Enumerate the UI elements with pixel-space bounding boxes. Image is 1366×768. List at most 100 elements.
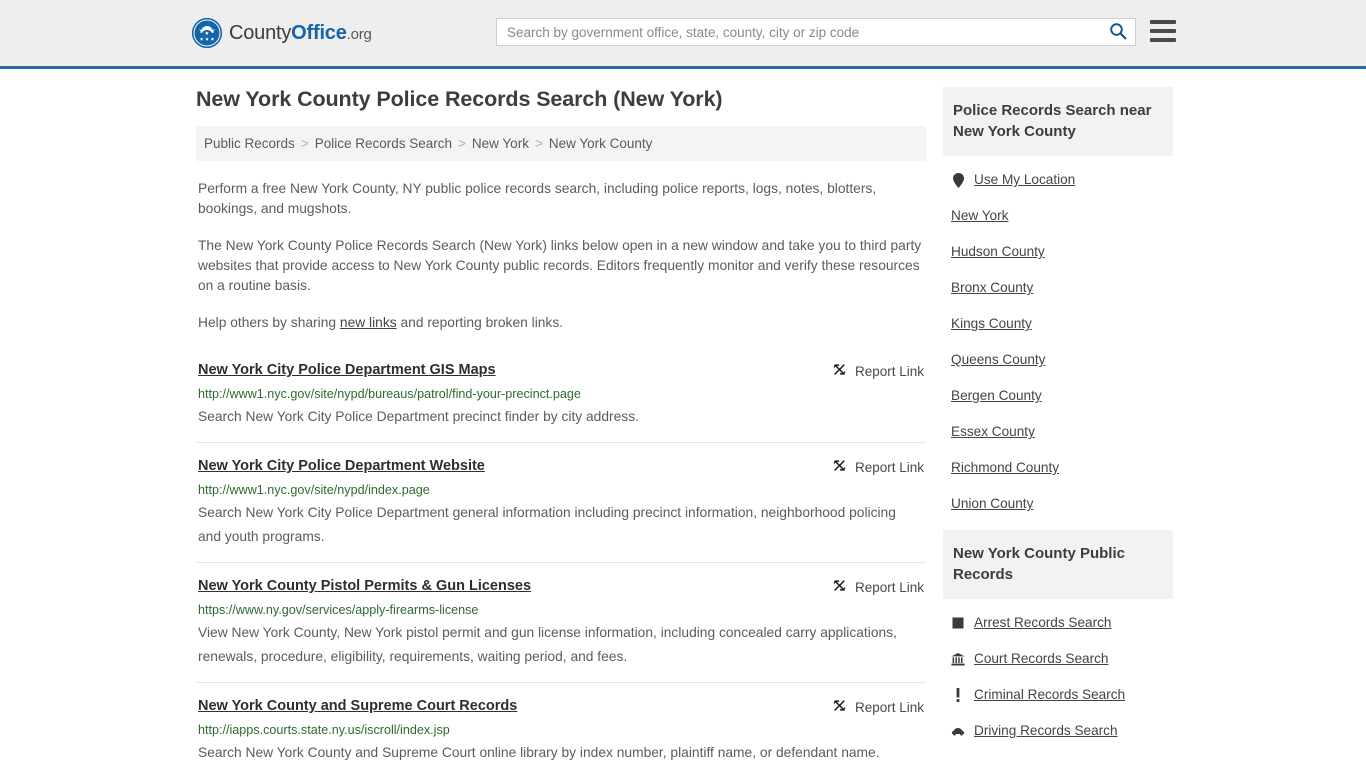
report-link-label: Report Link bbox=[854, 459, 924, 475]
hamburger-menu-icon[interactable] bbox=[1150, 20, 1176, 42]
site-header: CountyOffice.org bbox=[0, 0, 1366, 69]
result-header: New York City Police Department Website … bbox=[198, 457, 924, 476]
breadcrumb-item-police-records-search[interactable]: Police Records Search bbox=[315, 136, 452, 151]
breadcrumb-separator: > bbox=[300, 136, 309, 151]
sidebar-item-essex-county[interactable]: Essex County bbox=[943, 414, 1173, 450]
site-logo[interactable]: CountyOffice.org bbox=[192, 18, 372, 48]
result-url: https://www.ny.gov/services/apply-firear… bbox=[198, 603, 479, 617]
sidebar-link-label[interactable]: Driving Records Search bbox=[974, 722, 1118, 740]
result-header: New York County Pistol Permits & Gun Lic… bbox=[198, 577, 924, 596]
breadcrumb-item-public-records[interactable]: Public Records bbox=[204, 136, 295, 151]
result-header: New York City Police Department GIS Maps… bbox=[198, 361, 924, 380]
sidebar-link-label[interactable]: Use My Location bbox=[974, 171, 1075, 189]
sidebar-item-richmond-county[interactable]: Richmond County bbox=[943, 450, 1173, 486]
car-icon bbox=[951, 727, 965, 736]
main-content: New York County Police Records Search (N… bbox=[196, 87, 926, 768]
intro-paragraph-1: Perform a free New York County, NY publi… bbox=[198, 181, 877, 216]
result-title-link[interactable]: New York City Police Department Website bbox=[198, 457, 485, 475]
sidebar-item-criminal-records-search[interactable]: Criminal Records Search bbox=[943, 677, 1173, 713]
result-description: View New York County, New York pistol pe… bbox=[198, 625, 897, 664]
breadcrumb-separator: > bbox=[534, 136, 543, 151]
broken-link-icon bbox=[832, 698, 847, 716]
result-item: New York City Police Department GIS Maps… bbox=[196, 353, 926, 442]
sidebar-section-nearby: Police Records Search near New York Coun… bbox=[943, 87, 1173, 522]
sidebar-item-new-york[interactable]: New York bbox=[943, 198, 1173, 234]
sidebar-link-label[interactable]: Court Records Search bbox=[974, 650, 1108, 668]
new-links-link[interactable]: new links bbox=[340, 315, 397, 330]
result-title-link[interactable]: New York County and Supreme Court Record… bbox=[198, 697, 517, 715]
result-description: Search New York County and Supreme Court… bbox=[198, 745, 880, 760]
search-button[interactable] bbox=[1101, 19, 1135, 45]
fingerprint-card-icon bbox=[951, 617, 965, 629]
sidebar-item-kings-county[interactable]: Kings County bbox=[943, 306, 1173, 342]
intro-paragraph-2: The New York County Police Records Searc… bbox=[198, 238, 922, 293]
eagle-seal-icon bbox=[192, 18, 222, 48]
page-body: New York County Police Records Search (N… bbox=[188, 69, 1178, 768]
logo-text-org: .org bbox=[346, 25, 372, 43]
sidebar: Police Records Search near New York Coun… bbox=[943, 87, 1173, 768]
sidebar-link-label[interactable]: Queens County bbox=[951, 351, 1045, 369]
result-url: http://iapps.courts.state.ny.us/iscroll/… bbox=[198, 723, 450, 737]
result-item: New York County Pistol Permits & Gun Lic… bbox=[196, 562, 926, 682]
result-title-link[interactable]: New York City Police Department GIS Maps bbox=[198, 361, 496, 379]
logo-text-county: County bbox=[229, 21, 292, 44]
sidebar-nearby-heading: Police Records Search near New York Coun… bbox=[943, 87, 1173, 156]
report-link-button[interactable]: Report Link bbox=[832, 697, 924, 716]
sidebar-item-arrest-records-search[interactable]: Arrest Records Search bbox=[943, 605, 1173, 641]
sidebar-link-label[interactable]: New York bbox=[951, 207, 1008, 225]
breadcrumb: Public Records > Police Records Search > New… bbox=[196, 126, 926, 161]
report-link-button[interactable]: Report Link bbox=[832, 457, 924, 476]
broken-link-icon bbox=[832, 578, 847, 596]
sidebar-link-label[interactable]: Criminal Records Search bbox=[974, 686, 1125, 704]
courthouse-icon bbox=[951, 652, 965, 666]
sidebar-item-bergen-county[interactable]: Bergen County bbox=[943, 378, 1173, 414]
report-link-button[interactable]: Report Link bbox=[832, 577, 924, 596]
sidebar-link-label[interactable]: Hudson County bbox=[951, 243, 1045, 261]
sidebar-item-use-my-location[interactable]: Use My Location bbox=[943, 162, 1173, 198]
intro-text: Perform a free New York County, NY publi… bbox=[196, 179, 926, 333]
hamburger-bar bbox=[1150, 38, 1176, 42]
sidebar-item-hudson-county[interactable]: Hudson County bbox=[943, 234, 1173, 270]
result-description: Search New York City Police Department p… bbox=[198, 409, 639, 424]
sidebar-link-label[interactable]: Kings County bbox=[951, 315, 1032, 333]
logo-text-office: Office bbox=[291, 21, 347, 44]
exclamation-icon bbox=[951, 688, 965, 702]
sidebar-item-union-county[interactable]: Union County bbox=[943, 486, 1173, 522]
broken-link-icon bbox=[832, 458, 847, 476]
sidebar-item-bronx-county[interactable]: Bronx County bbox=[943, 270, 1173, 306]
map-pin-icon bbox=[951, 172, 965, 188]
intro-p3-after: and reporting broken links. bbox=[396, 315, 564, 330]
result-url: http://www1.nyc.gov/site/nypd/index.page bbox=[198, 483, 430, 497]
broken-link-icon bbox=[832, 362, 847, 380]
result-header: New York County and Supreme Court Record… bbox=[198, 697, 924, 716]
sidebar-public-records-list: Arrest Records Search Court Records Sear… bbox=[943, 599, 1173, 749]
results-list: New York City Police Department GIS Maps… bbox=[196, 353, 926, 768]
sidebar-item-court-records-search[interactable]: Court Records Search bbox=[943, 641, 1173, 677]
sidebar-section-public-records: New York County Public Records Arrest Re… bbox=[943, 530, 1173, 749]
sidebar-link-label[interactable]: Bronx County bbox=[951, 279, 1033, 297]
sidebar-link-label[interactable]: Arrest Records Search bbox=[974, 614, 1112, 632]
breadcrumb-item-new-york[interactable]: New York bbox=[472, 136, 529, 151]
result-title-link[interactable]: New York County Pistol Permits & Gun Lic… bbox=[198, 577, 531, 595]
page-title: New York County Police Records Search (N… bbox=[196, 87, 723, 111]
sidebar-item-queens-county[interactable]: Queens County bbox=[943, 342, 1173, 378]
intro-p3-before: Help others by sharing bbox=[198, 315, 340, 330]
report-link-label: Report Link bbox=[854, 363, 924, 379]
sidebar-link-label[interactable]: Richmond County bbox=[951, 459, 1059, 477]
report-link-label: Report Link bbox=[854, 579, 924, 595]
hamburger-bar bbox=[1150, 20, 1176, 24]
sidebar-public-records-heading: New York County Public Records bbox=[943, 530, 1173, 599]
sidebar-nearby-list: Use My Location New York Hudson County B… bbox=[943, 156, 1173, 522]
sidebar-link-label[interactable]: Bergen County bbox=[951, 387, 1042, 405]
breadcrumb-item-new-york-county[interactable]: New York County bbox=[549, 136, 653, 151]
search-input[interactable] bbox=[497, 19, 1101, 45]
report-link-button[interactable]: Report Link bbox=[832, 361, 924, 380]
search-icon bbox=[1109, 22, 1127, 43]
site-logo-text: CountyOffice.org bbox=[229, 22, 372, 45]
result-description: Search New York City Police Department g… bbox=[198, 505, 896, 544]
sidebar-item-driving-records-search[interactable]: Driving Records Search bbox=[943, 713, 1173, 749]
search-bar[interactable] bbox=[496, 18, 1136, 46]
hamburger-bar bbox=[1150, 29, 1176, 33]
sidebar-link-label[interactable]: Essex County bbox=[951, 423, 1035, 441]
sidebar-link-label[interactable]: Union County bbox=[951, 495, 1033, 513]
